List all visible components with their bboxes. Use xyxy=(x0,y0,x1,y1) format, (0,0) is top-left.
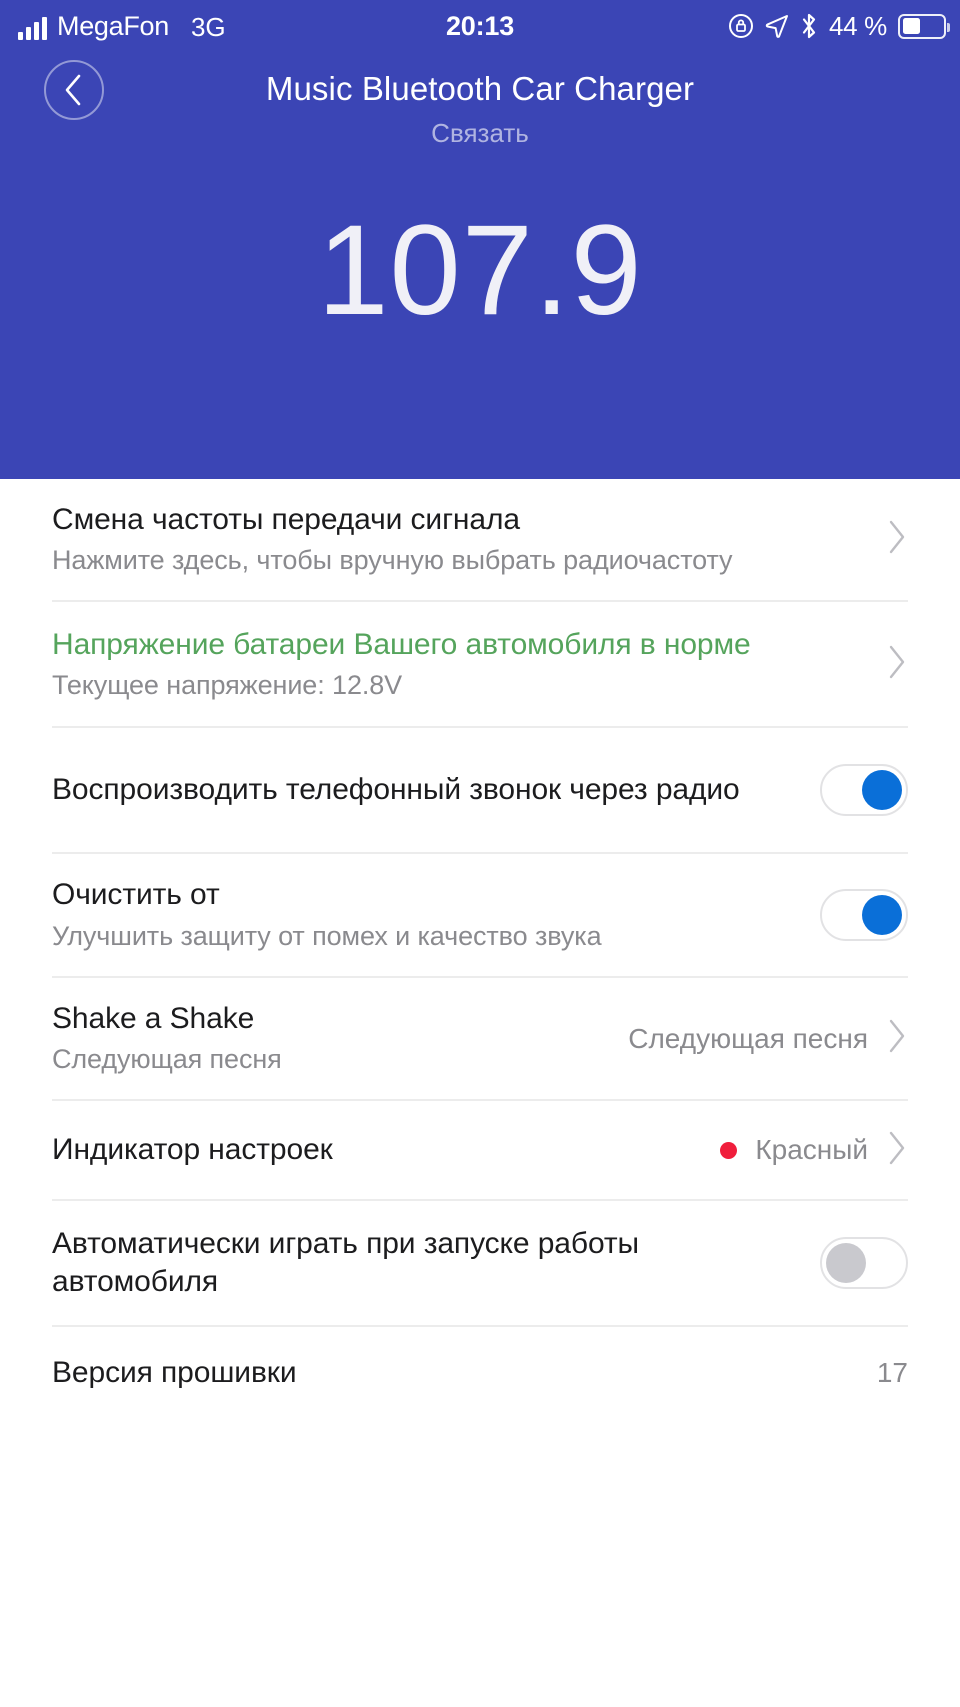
back-button[interactable] xyxy=(44,60,104,120)
chevron-right-icon[interactable] xyxy=(886,519,908,560)
network-type: 3G xyxy=(190,11,226,42)
battery-icon xyxy=(898,13,950,39)
row-texts: Воспроизводить телефонный звонок через р… xyxy=(52,771,800,809)
row-title: Индикатор настроек xyxy=(52,1133,333,1167)
chevron-left-icon xyxy=(65,73,84,107)
chevron-right-icon[interactable] xyxy=(886,1018,908,1059)
list-item-autoplay-on-start[interactable]: Автоматически играть при запуске работы … xyxy=(52,1201,908,1328)
row-title: Очистить от xyxy=(52,878,220,912)
toggle-knob xyxy=(826,1243,866,1284)
chevron-right-icon[interactable] xyxy=(886,1130,908,1171)
list-item-battery-voltage[interactable]: Напряжение батареи Вашего автомобиля в н… xyxy=(52,602,908,729)
settings-list: Смена частоты передачи сигнала Нажмите з… xyxy=(0,479,960,1398)
row-texts: Shake a Shake Следующая песня xyxy=(52,1000,608,1077)
status-bar-left: MegaFon 3G xyxy=(18,10,226,42)
row-texts: Автоматически играть при запуске работы … xyxy=(52,1225,800,1302)
toggle-knob xyxy=(862,895,902,936)
frequency-display: 107.9 xyxy=(317,199,643,342)
rotation-lock-icon xyxy=(728,13,754,39)
row-value: Красный xyxy=(755,1134,868,1166)
carrier-name: MegaFon xyxy=(57,10,169,41)
list-item-play-call-over-radio[interactable]: Воспроизводить телефонный звонок через р… xyxy=(52,728,908,855)
row-accessory xyxy=(820,889,908,942)
row-texts: Версия прошивки xyxy=(52,1354,857,1392)
list-item-indicator-settings[interactable]: Индикатор настроек Красный xyxy=(52,1101,908,1202)
row-accessory: 17 xyxy=(877,1357,908,1389)
status-bar-right: 44 % xyxy=(728,10,950,42)
toggle-noise-clear[interactable] xyxy=(820,889,908,942)
row-title: Смена частоты передачи сигнала xyxy=(52,503,520,536)
list-item-noise-clear[interactable]: Очистить от Улучшить защиту от помех и к… xyxy=(52,854,908,978)
row-texts: Очистить от Улучшить защиту от помех и к… xyxy=(52,876,800,953)
row-title: Воспроизводить телефонный звонок через р… xyxy=(52,773,740,807)
row-title: Версия прошивки xyxy=(52,1356,297,1390)
row-title: Автоматически играть при запуске работы … xyxy=(52,1227,640,1299)
bluetooth-icon xyxy=(800,12,818,40)
row-accessory xyxy=(820,1237,908,1290)
list-item-firmware-version[interactable]: Версия прошивки 17 xyxy=(52,1327,908,1397)
row-subtitle: Улучшить защиту от помех и качество звук… xyxy=(52,920,602,951)
list-item-change-frequency[interactable]: Смена частоты передачи сигнала Нажмите з… xyxy=(52,479,908,603)
page-subtitle: Связать xyxy=(431,118,529,148)
page-title: Music Bluetooth Car Charger xyxy=(265,70,695,107)
status-bar: MegaFon 3G 20:13 44 % xyxy=(0,0,960,52)
battery-percent-label: 44 % xyxy=(828,10,887,41)
toggle-play-call-over-radio[interactable] xyxy=(820,764,908,817)
row-subtitle: Нажмите здесь, чтобы вручную выбрать рад… xyxy=(52,545,733,576)
row-value: 17 xyxy=(876,1357,908,1389)
location-arrow-icon xyxy=(765,14,789,38)
signal-bars-icon xyxy=(18,16,47,40)
row-texts: Индикатор настроек xyxy=(52,1131,700,1169)
toggle-knob xyxy=(862,770,902,811)
row-title: Напряжение батареи Вашего автомобиля в н… xyxy=(52,627,751,661)
row-value: Следующая песня xyxy=(628,1022,868,1054)
row-accessory xyxy=(886,519,908,560)
row-texts: Смена частоты передачи сигнала Нажмите з… xyxy=(52,501,866,578)
row-accessory: Следующая песня xyxy=(628,1018,908,1059)
row-subtitle: Следующая песня xyxy=(52,1044,282,1075)
indicator-color-dot xyxy=(720,1141,738,1159)
list-item-shake-a-shake[interactable]: Shake a Shake Следующая песня Следующая … xyxy=(52,978,908,1102)
row-accessory xyxy=(820,764,908,817)
row-title: Shake a Shake xyxy=(52,1001,255,1035)
row-accessory: Красный xyxy=(720,1130,908,1171)
row-accessory xyxy=(886,644,908,685)
toggle-autoplay-on-start[interactable] xyxy=(820,1237,908,1290)
header-banner: Music Bluetooth Car Charger Связать 107.… xyxy=(0,52,960,479)
chevron-right-icon[interactable] xyxy=(886,644,908,685)
row-subtitle: Текущее напряжение: 12.8V xyxy=(52,670,403,701)
row-texts: Напряжение батареи Вашего автомобиля в н… xyxy=(52,626,866,703)
